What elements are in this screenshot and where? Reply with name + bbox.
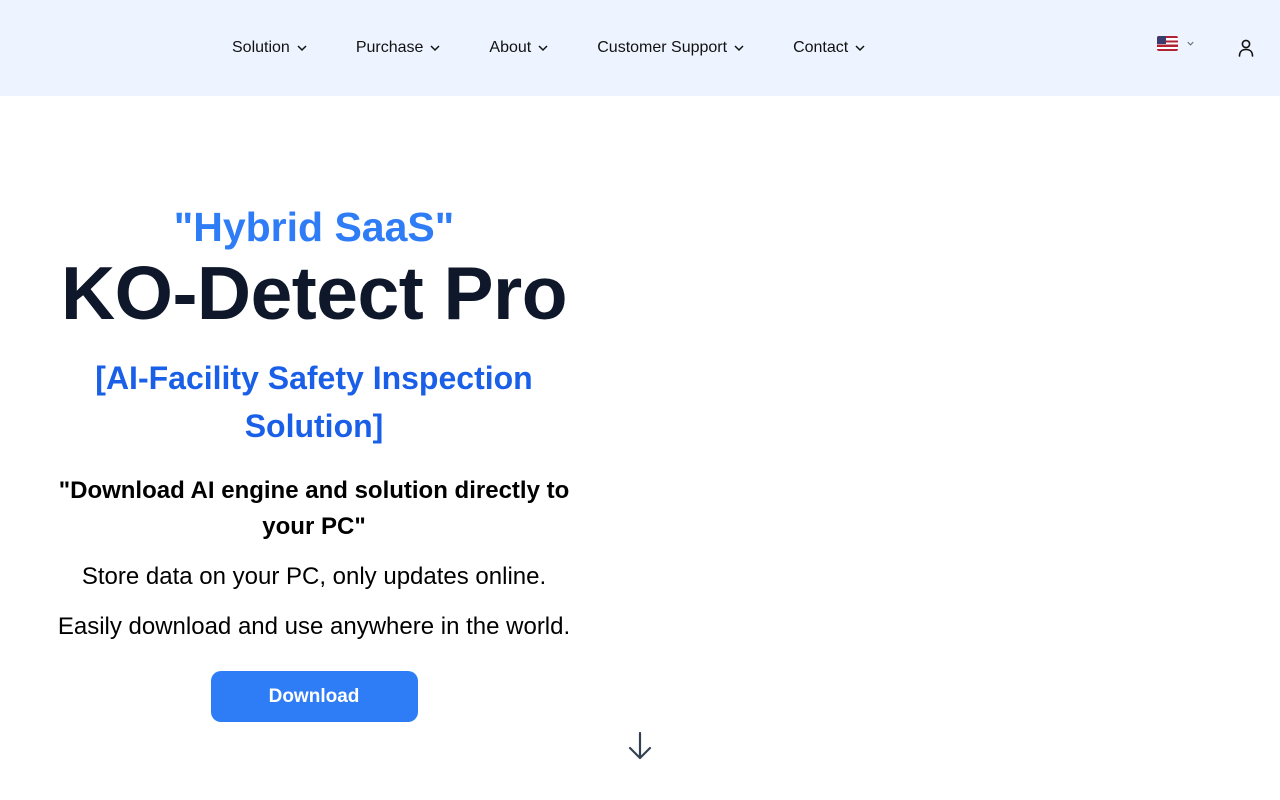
- hero-description-line: Store data on your PC, only updates onli…: [81, 563, 547, 590]
- top-navbar: Solution Purchase About Customer Support…: [0, 0, 1280, 96]
- chevron-down-icon: [297, 45, 307, 52]
- nav-item-label: Customer Support: [597, 39, 728, 56]
- hero-section: "Hybrid SaaS" KO-Detect Pro [AI-Facility…: [30, 200, 598, 722]
- page-title: KO-Detect Pro: [60, 251, 568, 335]
- hero-subtitle-line: [AI-Facility Safety Inspection: [95, 360, 533, 396]
- nav-item-label: Purchase: [355, 39, 424, 56]
- nav-item-purchase[interactable]: Purchase: [356, 39, 442, 57]
- hero-lead-line: your PC": [262, 513, 366, 540]
- download-button[interactable]: Download: [210, 671, 418, 722]
- user-icon[interactable]: [1237, 38, 1255, 58]
- chevron-down-icon: [538, 45, 548, 52]
- nav-item-label: Contact: [793, 39, 849, 56]
- nav-item-about[interactable]: About: [489, 39, 549, 57]
- nav-item-contact[interactable]: Contact: [793, 39, 866, 57]
- chevron-down-icon: [1187, 41, 1194, 46]
- hero-description-line: Easily download and use anywhere in the …: [57, 613, 571, 640]
- main-nav: Solution Purchase About Customer Support…: [232, 0, 914, 96]
- language-selector[interactable]: [1157, 36, 1195, 51]
- hero-subtitle: [AI-Facility Safety Inspection Solution]: [30, 354, 598, 450]
- nav-item-solution[interactable]: Solution: [232, 39, 308, 57]
- nav-item-label: About: [489, 39, 532, 56]
- chevron-down-icon: [855, 45, 865, 52]
- hero-eyebrow: "Hybrid SaaS": [173, 204, 455, 250]
- nav-item-label: Solution: [232, 39, 290, 56]
- us-flag-icon: [1157, 36, 1178, 51]
- arrow-down-icon[interactable]: [627, 731, 653, 761]
- hero-subtitle-line: Solution]: [244, 408, 384, 444]
- hero-lead-line: "Download AI engine and solution directl…: [58, 477, 570, 504]
- chevron-down-icon: [430, 45, 440, 52]
- chevron-down-icon: [734, 45, 744, 52]
- nav-item-customer-support[interactable]: Customer Support: [597, 39, 745, 57]
- hero-lead: "Download AI engine and solution directl…: [30, 473, 598, 545]
